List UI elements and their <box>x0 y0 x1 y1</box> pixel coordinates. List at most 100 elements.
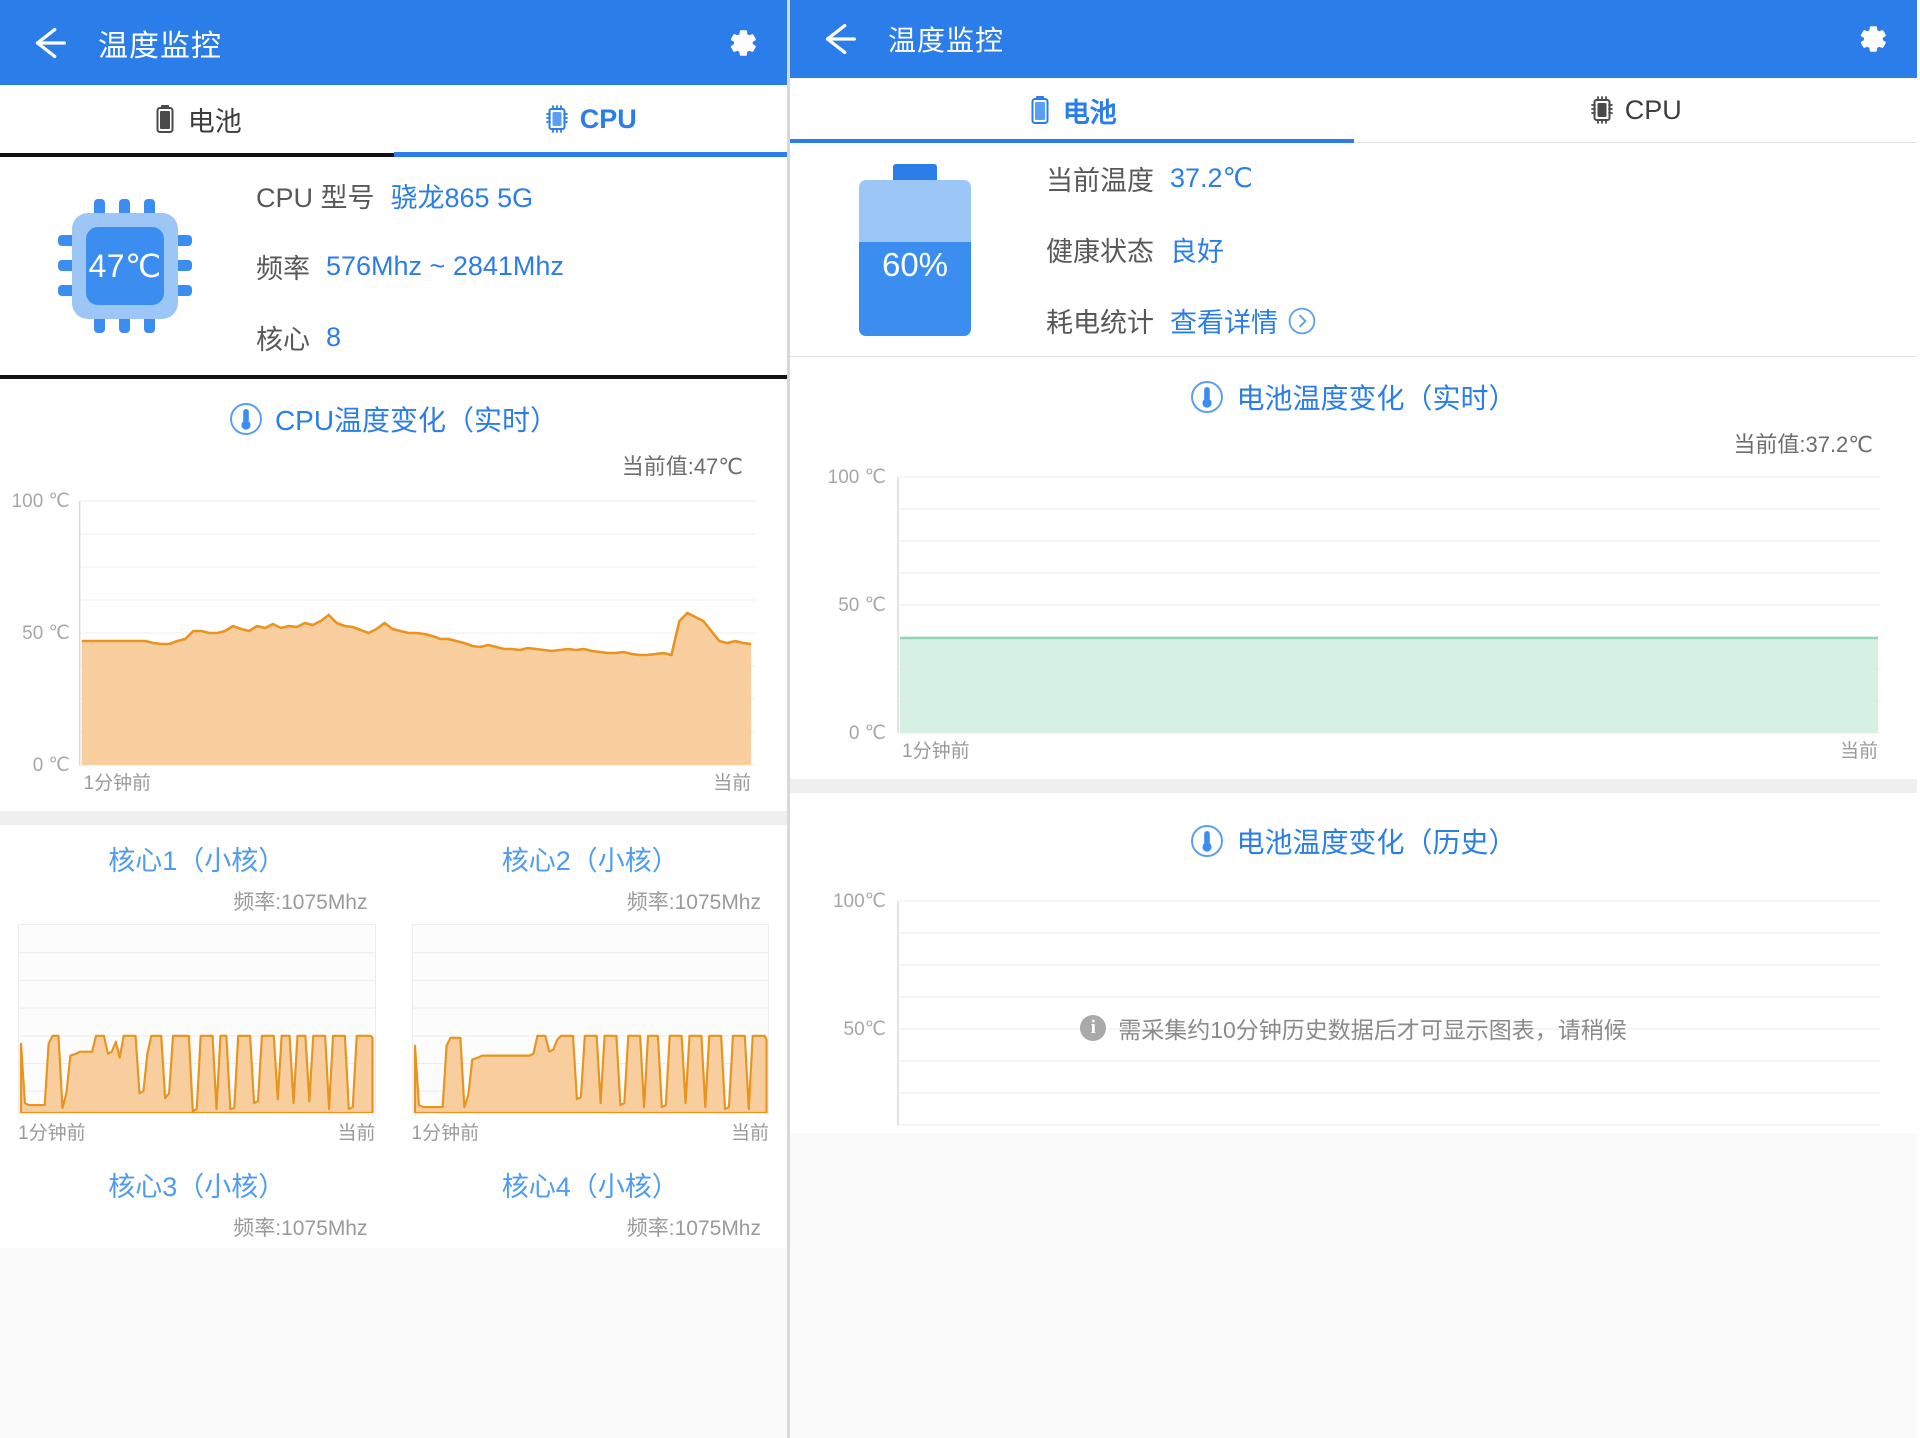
left-panel-cpu-view: 温度监控 电池 CPU 47℃ CPU 型号 骁龙865 5G 频率 576Mh… <box>0 0 790 1438</box>
cpu-chip-icon <box>1589 95 1615 125</box>
svg-text:1分钟前: 1分钟前 <box>902 740 970 762</box>
svg-text:50 ℃: 50 ℃ <box>838 595 886 616</box>
right-page-title: 温度监控 <box>888 25 1005 56</box>
history-empty-notice: i 需采集约10分钟历史数据后才可显示图表，请稍候 <box>790 1011 1917 1045</box>
back-arrow-icon[interactable] <box>26 20 72 66</box>
tab-battery-label: 电池 <box>1062 97 1117 128</box>
tab-battery[interactable]: 电池 <box>790 78 1354 143</box>
core-1-x-left: 1分钟前 <box>18 1123 86 1144</box>
svg-text:当前: 当前 <box>1840 740 1878 762</box>
left-tab-bar: 电池 CPU <box>0 85 787 157</box>
svg-text:50 ℃: 50 ℃ <box>22 623 70 644</box>
left-app-bar: 温度监控 <box>0 0 787 85</box>
core-1-plot <box>18 924 376 1114</box>
battery-rt-chart-title: 电池温度变化（实时） <box>1236 383 1517 414</box>
battery-health-row: 健康状态 良好 <box>1046 230 1917 269</box>
battery-hist-title-row: 电池温度变化（历史） <box>790 793 1917 861</box>
battery-rt-current-value: 当前值:37.2℃ <box>1733 432 1873 457</box>
right-panel-battery-view: 温度监控 电池 CPU 60% 当前温度 37.2℃ 健康状态 良好 耗电统计 … <box>790 0 1917 1438</box>
svg-text:0 ℃: 0 ℃ <box>33 755 70 776</box>
back-arrow-icon[interactable] <box>816 16 862 62</box>
battery-icon-wrap: 60% <box>790 163 1040 336</box>
tab-battery-underline <box>790 139 1354 143</box>
core-2-name: 核心2（小核） <box>501 846 679 876</box>
cpu-info-card: 47℃ CPU 型号 骁龙865 5G 频率 576Mhz ~ 2841Mhz … <box>0 157 787 379</box>
battery-health-label: 健康状态 <box>1046 237 1154 267</box>
cpu-freq-label: 频率 <box>256 253 310 284</box>
history-notice-text: 需采集约10分钟历史数据后才可显示图表，请稍候 <box>1118 1017 1627 1043</box>
battery-health-value: 良好 <box>1170 237 1224 267</box>
battery-rt-section-divider <box>790 779 1917 793</box>
cpu-freq-row: 频率 576Mhz ~ 2841Mhz <box>256 247 787 286</box>
core-4-name: 核心4（小核） <box>501 1172 679 1202</box>
battery-usage-label: 耗电统计 <box>1046 308 1154 338</box>
cpu-cores-value: 8 <box>326 321 342 352</box>
battery-percent-label: 60% <box>881 245 949 283</box>
cpu-icon-wrap: 47℃ <box>0 191 250 341</box>
battery-usage-row: 耗电统计 查看详情 <box>1046 301 1917 340</box>
svg-text:100 ℃: 100 ℃ <box>828 467 886 488</box>
right-tab-bar: 电池 CPU <box>790 78 1917 143</box>
cpu-temp-badge: 47℃ <box>88 248 162 284</box>
cpu-chart-current-value: 当前值:47℃ <box>621 454 743 479</box>
core-2-x-right: 当前 <box>730 1123 769 1144</box>
cpu-section-divider <box>0 811 787 825</box>
battery-history-chart-section: 电池温度变化（历史） 100℃ 50℃ i 需采集约10分钟历史数据后才可显示图… <box>790 793 1917 1133</box>
cpu-chip-large-icon: 47℃ <box>50 191 200 341</box>
battery-hist-chart-title: 电池温度变化（历史） <box>1236 827 1517 858</box>
gear-icon[interactable] <box>1851 19 1891 59</box>
chevron-right-circle-icon <box>1288 307 1316 335</box>
tab-battery[interactable]: 电池 <box>0 85 394 153</box>
battery-temp-value: 37.2℃ <box>1170 163 1253 193</box>
cpu-core-grid: 核心1（小核） 频率:1075Mhz 1分钟前 当前 核心2（小核） 频率:10… <box>0 825 787 1248</box>
core-2-freq: 频率:1075Mhz <box>626 891 761 914</box>
left-page-title: 温度监控 <box>98 29 222 63</box>
cpu-model-row: CPU 型号 骁龙865 5G <box>256 176 787 215</box>
tab-cpu-underline <box>393 152 787 157</box>
core-1-name: 核心1（小核） <box>108 846 286 876</box>
info-circle-icon: i <box>1080 1015 1107 1041</box>
battery-hist-plot: 100℃ 50℃ i 需采集约10分钟历史数据后才可显示图表，请稍候 <box>790 883 1917 1133</box>
core-4-freq: 频率:1075Mhz <box>626 1217 761 1240</box>
view-details-link[interactable]: 查看详情 <box>1170 301 1316 340</box>
core-cell-2: 核心2（小核） 频率:1075Mhz 1分钟前 当前 <box>394 825 788 1151</box>
right-app-bar: 温度监控 <box>790 0 1917 78</box>
battery-info-rows: 当前温度 37.2℃ 健康状态 良好 耗电统计 查看详情 <box>1040 159 1917 340</box>
tab-cpu-label: CPU <box>579 103 637 134</box>
svg-text:0 ℃: 0 ℃ <box>849 723 886 744</box>
battery-rt-title-row: 电池温度变化（实时） <box>790 357 1917 417</box>
core-1-times: 1分钟前 当前 <box>18 1118 376 1145</box>
cpu-temp-plot: 100 ℃ 50 ℃ 0 ℃ 1分钟前 当前 <box>0 481 787 811</box>
tab-battery-label: 电池 <box>187 106 242 137</box>
battery-icon <box>1027 95 1053 125</box>
core-cell-1: 核心1（小核） 频率:1075Mhz 1分钟前 当前 <box>0 825 394 1151</box>
svg-text:1分钟前: 1分钟前 <box>84 772 151 794</box>
cpu-chart-title: CPU温度变化（实时） <box>274 405 559 436</box>
core-cell-3: 核心3（小核） 频率:1075Mhz <box>0 1151 394 1248</box>
svg-text:100 ℃: 100 ℃ <box>12 491 70 512</box>
tab-cpu[interactable]: CPU <box>393 85 787 157</box>
core-2-x-left: 1分钟前 <box>411 1123 480 1144</box>
core-1-freq: 频率:1075Mhz <box>233 891 368 914</box>
svg-text:100℃: 100℃ <box>833 891 886 912</box>
cpu-model-label: CPU 型号 <box>256 182 375 213</box>
tab-cpu[interactable]: CPU <box>1354 78 1918 142</box>
cpu-cores-row: 核心 8 <box>256 318 787 357</box>
cpu-chip-icon <box>544 104 570 134</box>
gear-icon[interactable] <box>721 23 761 63</box>
cpu-temp-chart-section: CPU温度变化（实时） 当前值:47℃ 100 ℃ 50 ℃ 0 ℃ 1分钟前 … <box>0 379 787 825</box>
core-2-plot <box>411 924 769 1114</box>
core-2-times: 1分钟前 当前 <box>412 1118 770 1145</box>
thermometer-icon <box>1190 824 1224 858</box>
battery-realtime-chart-section: 电池温度变化（实时） 当前值:37.2℃ 100 ℃ 50 ℃ 0 ℃ 1分钟前… <box>790 357 1917 793</box>
view-details-label: 查看详情 <box>1170 308 1278 338</box>
battery-info-card: 60% 当前温度 37.2℃ 健康状态 良好 耗电统计 查看详情 <box>790 143 1917 357</box>
thermometer-icon <box>229 402 263 436</box>
core-cell-4: 核心4（小核） 频率:1075Mhz <box>394 1151 788 1248</box>
cpu-chart-title-row: CPU温度变化（实时） <box>0 379 787 439</box>
cpu-model-value: 骁龙865 5G <box>390 182 534 213</box>
cpu-info-rows: CPU 型号 骁龙865 5G 频率 576Mhz ~ 2841Mhz 核心 8 <box>250 176 787 357</box>
cpu-cores-label: 核心 <box>256 324 310 355</box>
dual-screenshot-composite: 温度监控 电池 CPU 47℃ CPU 型号 骁龙865 5G 频率 576Mh… <box>0 0 1920 1438</box>
battery-cap <box>893 163 937 180</box>
